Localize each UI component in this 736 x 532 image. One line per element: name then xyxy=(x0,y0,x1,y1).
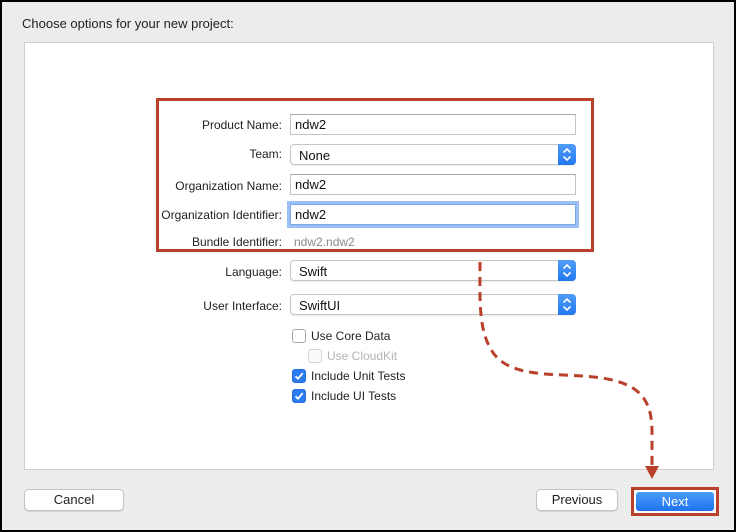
next-button-highlight: Next xyxy=(631,487,719,516)
annotation-arrow xyxy=(478,261,659,479)
new-project-window: Choose options for your new project: Pro… xyxy=(2,2,734,530)
previous-button[interactable]: Previous xyxy=(536,489,618,511)
next-button[interactable]: Next xyxy=(636,492,714,511)
arrowhead-icon xyxy=(645,466,659,479)
cancel-button[interactable]: Cancel xyxy=(24,489,124,511)
